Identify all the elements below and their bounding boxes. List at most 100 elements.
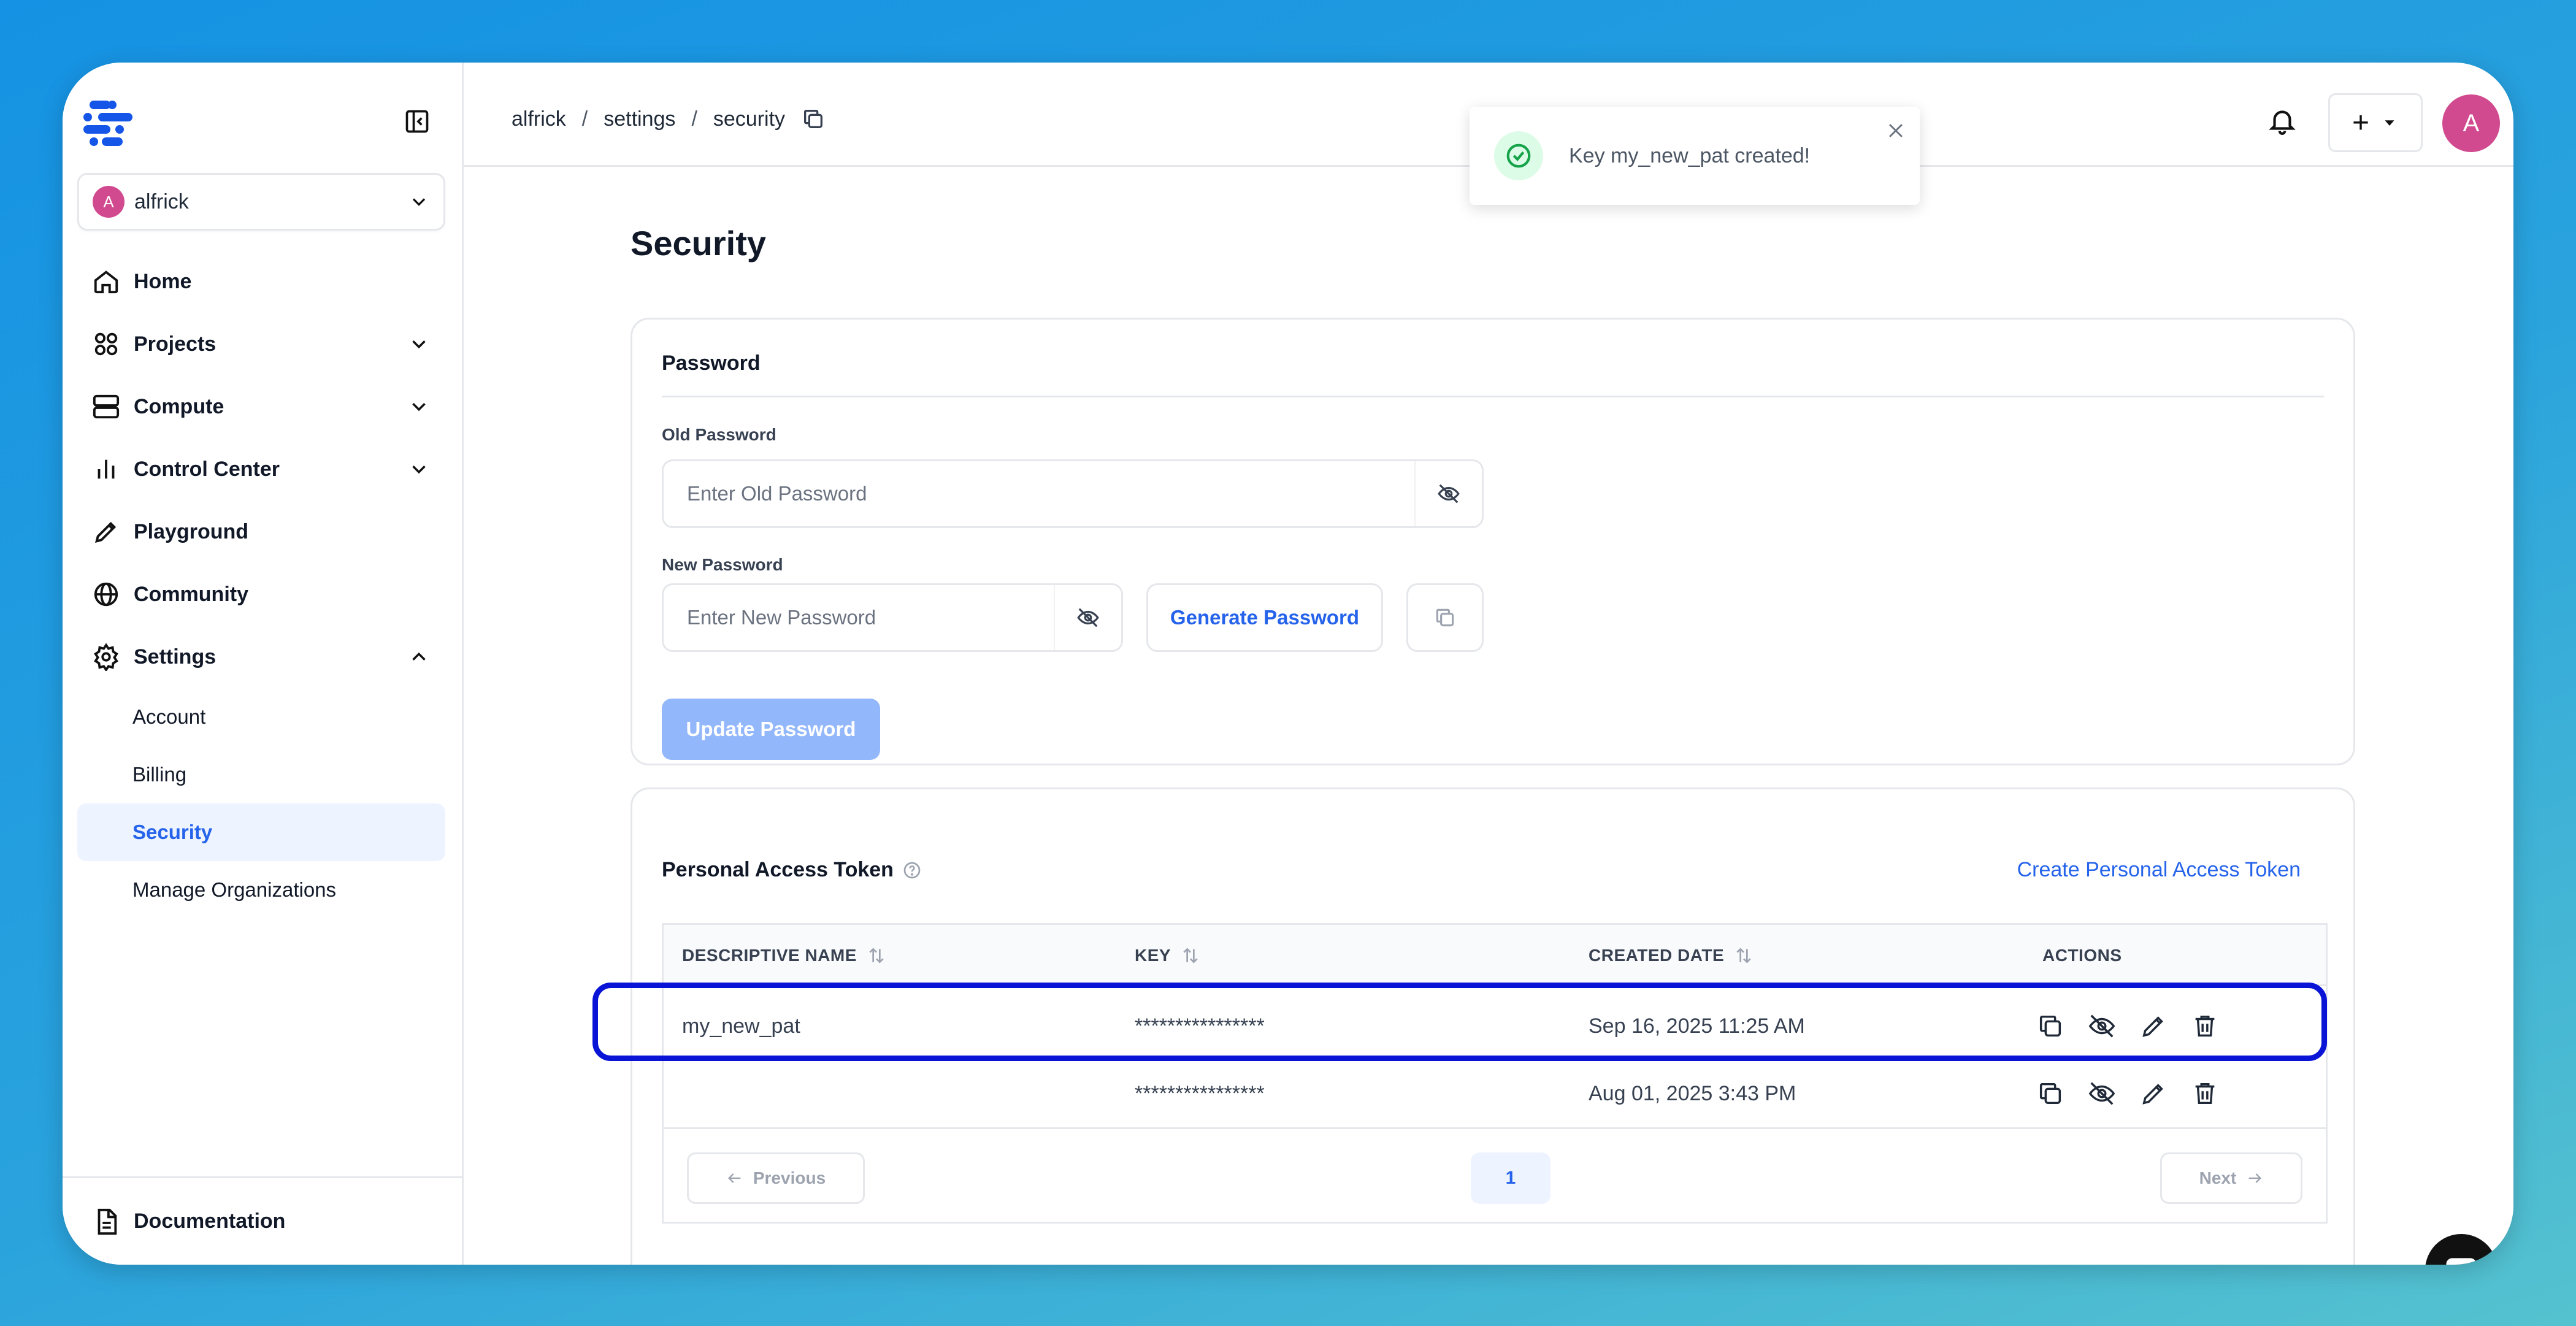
chat-icon	[2446, 1258, 2477, 1265]
password-card: Password Old Password New Password Gener…	[631, 318, 2355, 765]
sidebar-nav: Home Projects Compute Control Center Pla…	[77, 250, 445, 919]
token-key: ****************	[1135, 1081, 1265, 1105]
org-avatar: A	[93, 186, 125, 218]
chevron-down-icon	[412, 198, 426, 206]
edit-icon[interactable]	[2139, 1079, 2168, 1108]
create-pat-link[interactable]: Create Personal Access Token	[2017, 858, 2301, 882]
arrow-right-icon	[2249, 1173, 2262, 1183]
sidebar-item-control-center[interactable]: Control Center	[77, 438, 445, 500]
eye-off-icon	[1077, 608, 1099, 627]
next-label: Next	[2199, 1168, 2237, 1187]
column-label: KEY	[1135, 946, 1171, 965]
next-page-button[interactable]: Next	[2160, 1152, 2302, 1204]
column-header-name[interactable]: DESCRIPTIVE NAME	[682, 925, 886, 986]
sidebar-subitem-security[interactable]: Security	[77, 803, 445, 861]
previous-label: Previous	[753, 1168, 826, 1187]
close-icon[interactable]	[1885, 120, 1906, 141]
chevron-up-icon	[412, 652, 426, 661]
breadcrumb-item[interactable]: security	[713, 107, 785, 131]
sidebar-item-label: Home	[134, 269, 192, 293]
old-password-field	[662, 459, 1484, 528]
eye-off-icon[interactable]	[2088, 1079, 2116, 1108]
breadcrumb: alfrick / settings / security	[512, 107, 826, 131]
table-row: **************** Aug 01, 2025 3:43 PM	[664, 1060, 2326, 1127]
sidebar-item-community[interactable]: Community	[77, 563, 445, 626]
bell-icon[interactable]	[2267, 105, 2298, 136]
pat-table: DESCRIPTIVE NAME KEY CREATED DATE ACTION…	[662, 923, 2328, 1224]
copy-password-button[interactable]	[1406, 583, 1484, 652]
documentation-label: Documentation	[134, 1209, 286, 1233]
sidebar-subitem-manage-organizations[interactable]: Manage Organizations	[77, 861, 445, 919]
pat-section-title: Personal Access Token	[662, 858, 922, 882]
column-label: CREATED DATE	[1589, 946, 1725, 965]
password-section-title: Password	[662, 351, 761, 375]
sidebar-item-label: Playground	[134, 519, 249, 543]
main-content: alfrick / settings / security + A Key my…	[464, 63, 2513, 1265]
sidebar-subitem-billing[interactable]: Billing	[77, 746, 445, 803]
add-button[interactable]: +	[2328, 93, 2423, 152]
user-avatar[interactable]: A	[2442, 94, 2500, 152]
update-password-button[interactable]: Update Password	[662, 699, 880, 760]
row-highlight-outline	[592, 983, 2327, 1061]
column-header-key[interactable]: KEY	[1135, 925, 1200, 986]
copy-icon[interactable]	[2036, 1079, 2064, 1108]
home-icon	[94, 270, 118, 294]
sidebar-item-settings[interactable]: Settings	[77, 626, 445, 688]
toggle-visibility-button[interactable]	[1054, 585, 1121, 650]
toast-message: Key my_new_pat created!	[1569, 144, 1811, 167]
sort-icon	[1736, 948, 1751, 964]
grid-icon	[94, 332, 118, 356]
sidebar-item-playground[interactable]: Playground	[77, 500, 445, 563]
column-label: DESCRIPTIVE NAME	[682, 946, 857, 965]
sidebar-item-home[interactable]: Home	[77, 250, 445, 313]
old-password-input[interactable]	[664, 461, 1414, 526]
sidebar-subitem-account[interactable]: Account	[77, 688, 445, 746]
pagination: Previous 1 Next	[664, 1127, 2326, 1225]
row-actions	[2036, 1060, 2219, 1127]
copy-icon[interactable]	[801, 107, 826, 131]
arrow-left-icon	[727, 1173, 741, 1183]
sidebar-item-documentation[interactable]: Documentation	[63, 1176, 462, 1265]
column-header-actions: ACTIONS	[2042, 925, 2122, 986]
breadcrumb-item[interactable]: settings	[604, 107, 675, 131]
pencil-icon	[95, 521, 117, 543]
generate-password-button[interactable]: Generate Password	[1146, 583, 1383, 652]
toggle-visibility-button[interactable]	[1414, 461, 1482, 526]
new-password-input[interactable]	[664, 585, 1054, 650]
breadcrumb-item[interactable]: alfrick	[512, 107, 566, 131]
chat-widget-button[interactable]	[2425, 1234, 2497, 1265]
column-label: ACTIONS	[2042, 946, 2122, 965]
app-window: A alfrick Home Projects Compute Control …	[63, 63, 2513, 1265]
server-icon	[93, 394, 120, 419]
breadcrumb-separator: /	[581, 107, 588, 131]
collapse-sidebar-icon[interactable]	[404, 108, 431, 135]
bar-chart-icon	[98, 459, 115, 479]
new-password-label: New Password	[662, 555, 783, 574]
sidebar-item-label: Projects	[134, 332, 217, 356]
page-number-button[interactable]: 1	[1471, 1152, 1551, 1204]
plus-icon: +	[2352, 106, 2370, 139]
sidebar-item-label: Compute	[134, 394, 224, 418]
breadcrumb-separator: /	[691, 107, 697, 131]
app-logo-icon[interactable]	[81, 97, 136, 148]
caret-down-icon	[2385, 120, 2394, 126]
toast-notification: Key my_new_pat created!	[1470, 107, 1920, 205]
page-title: Security	[631, 224, 766, 263]
eye-off-icon	[1438, 484, 1460, 504]
old-password-label: Old Password	[662, 425, 776, 444]
sidebar-item-label: Control Center	[134, 457, 280, 481]
document-icon	[98, 1208, 117, 1235]
sidebar-item-compute[interactable]: Compute	[77, 375, 445, 438]
table-header: DESCRIPTIVE NAME KEY CREATED DATE ACTION…	[664, 925, 2326, 986]
column-header-created-date[interactable]: CREATED DATE	[1589, 925, 1754, 986]
sidebar-item-label: Community	[134, 582, 248, 606]
trash-icon[interactable]	[2191, 1079, 2219, 1108]
org-selector[interactable]: A alfrick	[77, 173, 445, 231]
copy-icon	[1436, 608, 1454, 627]
sidebar: A alfrick Home Projects Compute Control …	[63, 63, 464, 1265]
globe-icon	[94, 582, 118, 607]
sidebar-item-projects[interactable]: Projects	[77, 313, 445, 375]
previous-page-button[interactable]: Previous	[687, 1152, 865, 1204]
help-icon[interactable]	[902, 860, 922, 880]
chevron-down-icon	[412, 340, 426, 349]
